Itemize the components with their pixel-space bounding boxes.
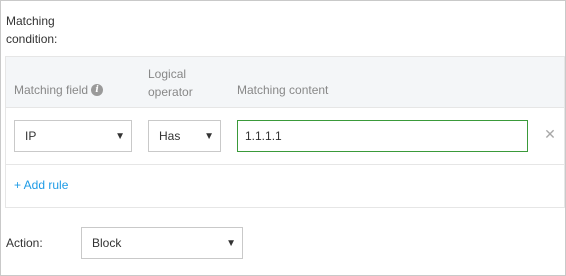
logical-operator-value: Has bbox=[159, 129, 181, 143]
logical-operator-select[interactable]: Has ▼ bbox=[148, 120, 221, 152]
caret-down-icon: ▼ bbox=[204, 131, 214, 142]
caret-down-icon: ▼ bbox=[226, 238, 236, 249]
action-select[interactable]: Block ▼ bbox=[81, 227, 243, 259]
rule-dialog: Matching condition: Matching field i Log… bbox=[0, 0, 566, 276]
caret-down-icon: ▼ bbox=[115, 131, 125, 142]
action-value: Block bbox=[92, 236, 122, 250]
matching-field-select[interactable]: IP ▼ bbox=[14, 120, 132, 152]
table-row: IP ▼ Has ▼ ✕ bbox=[6, 108, 564, 165]
header-matching-field-label: Matching field bbox=[14, 83, 89, 97]
close-icon[interactable]: ✕ bbox=[543, 127, 557, 141]
matching-content-input[interactable] bbox=[237, 120, 528, 152]
header-logical-operator: Logical operator bbox=[148, 67, 193, 99]
info-icon[interactable]: i bbox=[91, 84, 104, 96]
rule-table: Matching field i Logical operator Matchi… bbox=[5, 56, 565, 208]
header-matching-field: Matching field i bbox=[14, 81, 104, 99]
matching-field-value: IP bbox=[25, 129, 37, 143]
header-matching-content: Matching content bbox=[237, 83, 329, 97]
rule-table-header: Matching field i Logical operator Matchi… bbox=[6, 57, 564, 108]
add-rule-link[interactable]: + Add rule bbox=[14, 177, 68, 193]
action-label: Action: bbox=[6, 236, 43, 250]
matching-condition-label: Matching condition: bbox=[6, 14, 58, 46]
